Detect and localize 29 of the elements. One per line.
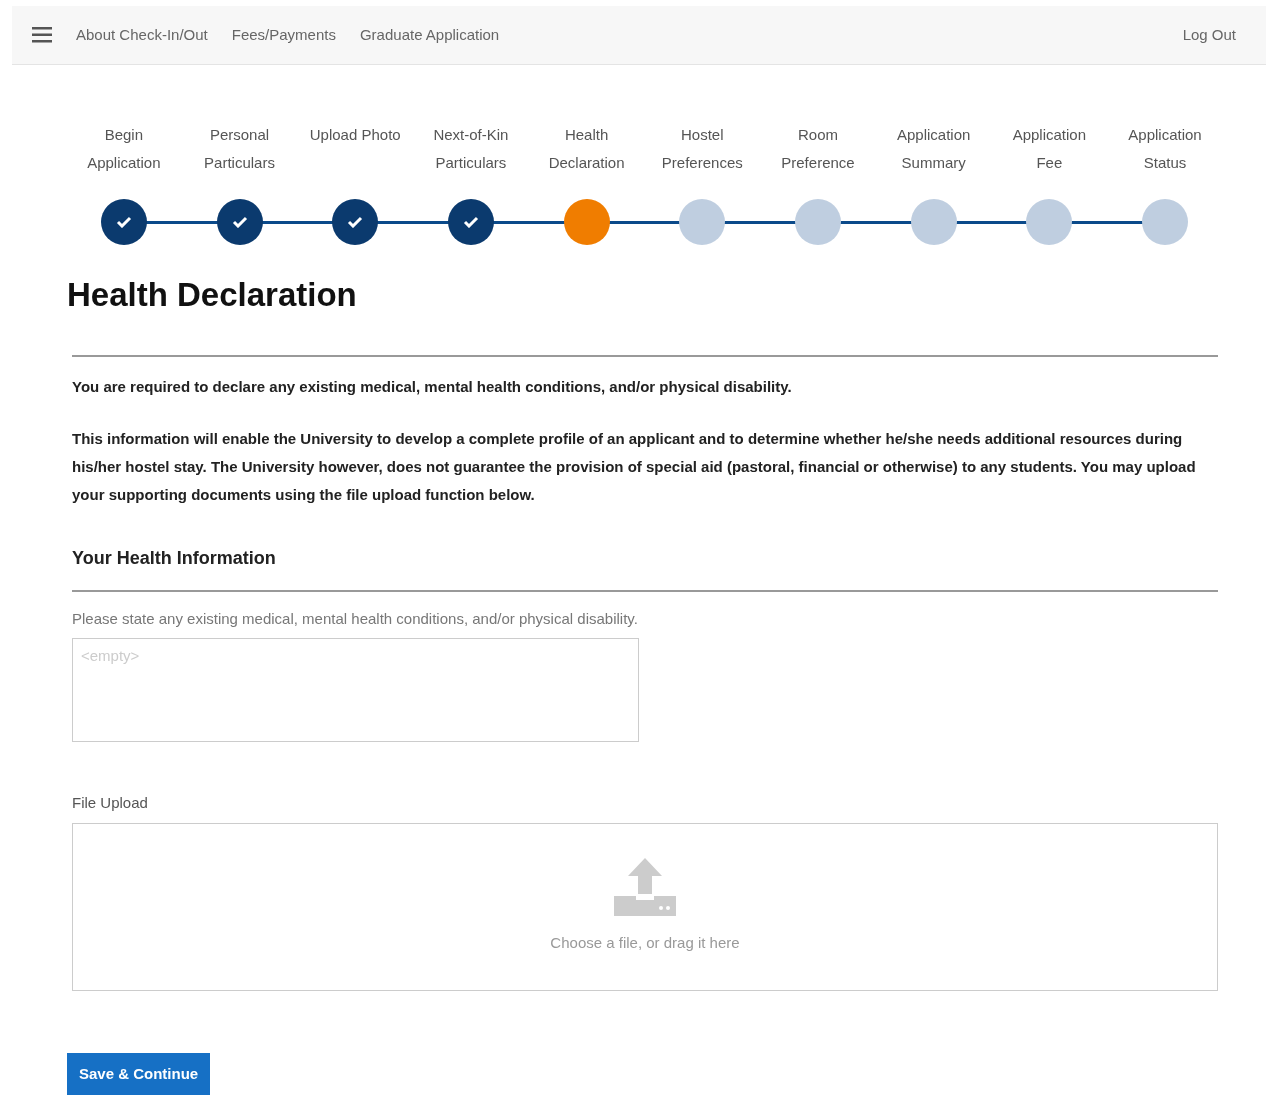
nav-link[interactable]: Fees/Payments [231,23,336,47]
step-label: Room Preference [780,125,856,173]
file-drop-zone[interactable]: Choose a file, or drag it here [72,822,1218,991]
step-label: Health Declaration [547,125,626,173]
step-label: Personal Particulars [203,125,276,173]
check-icon [115,216,132,228]
nav-link[interactable]: Graduate Application [359,23,500,47]
step-label: Next-of-Kin Particulars [432,125,510,173]
step-label: Upload Photo [309,125,402,145]
menu-icon[interactable] [32,27,52,43]
drop-hint: Choose a file, or drag it here [550,933,740,954]
check-icon [231,216,248,228]
log-out-link[interactable]: Log Out [1182,23,1236,47]
step-label: Application Fee [1011,125,1088,173]
page-title: Health Declaration [67,275,358,315]
upload-icon [614,858,676,917]
step-label: Begin Application [86,125,162,173]
step-label: Application Status [1127,125,1203,173]
paragraph: This information will enable the University to develop a complete profile of an applicant and to determine whether he/she needs additional resources during his/her hostel stay. The University however, does not guarantee the provision of special aid (pastoral, financial or otherwise) to any students. You may upload your supporting documents using the file upload function below. [72,428,1197,505]
paragraph: You are required to declare any existing medical, mental health conditions, and/or physical disability. [72,376,793,397]
check-icon [462,216,479,228]
step-label: Application Summary [895,125,972,173]
section-title: Your Health Information [72,546,277,570]
field-label: Please state any existing medical, mental health conditions, and/or physical disability. [72,608,639,629]
save-continue-button[interactable]: Save & Continue [67,1052,211,1096]
nav-link[interactable]: About Check-In/Out [76,23,208,47]
step-label: Hostel Preferences [660,125,744,173]
field-label: File Upload [72,793,149,814]
check-icon [347,216,364,228]
